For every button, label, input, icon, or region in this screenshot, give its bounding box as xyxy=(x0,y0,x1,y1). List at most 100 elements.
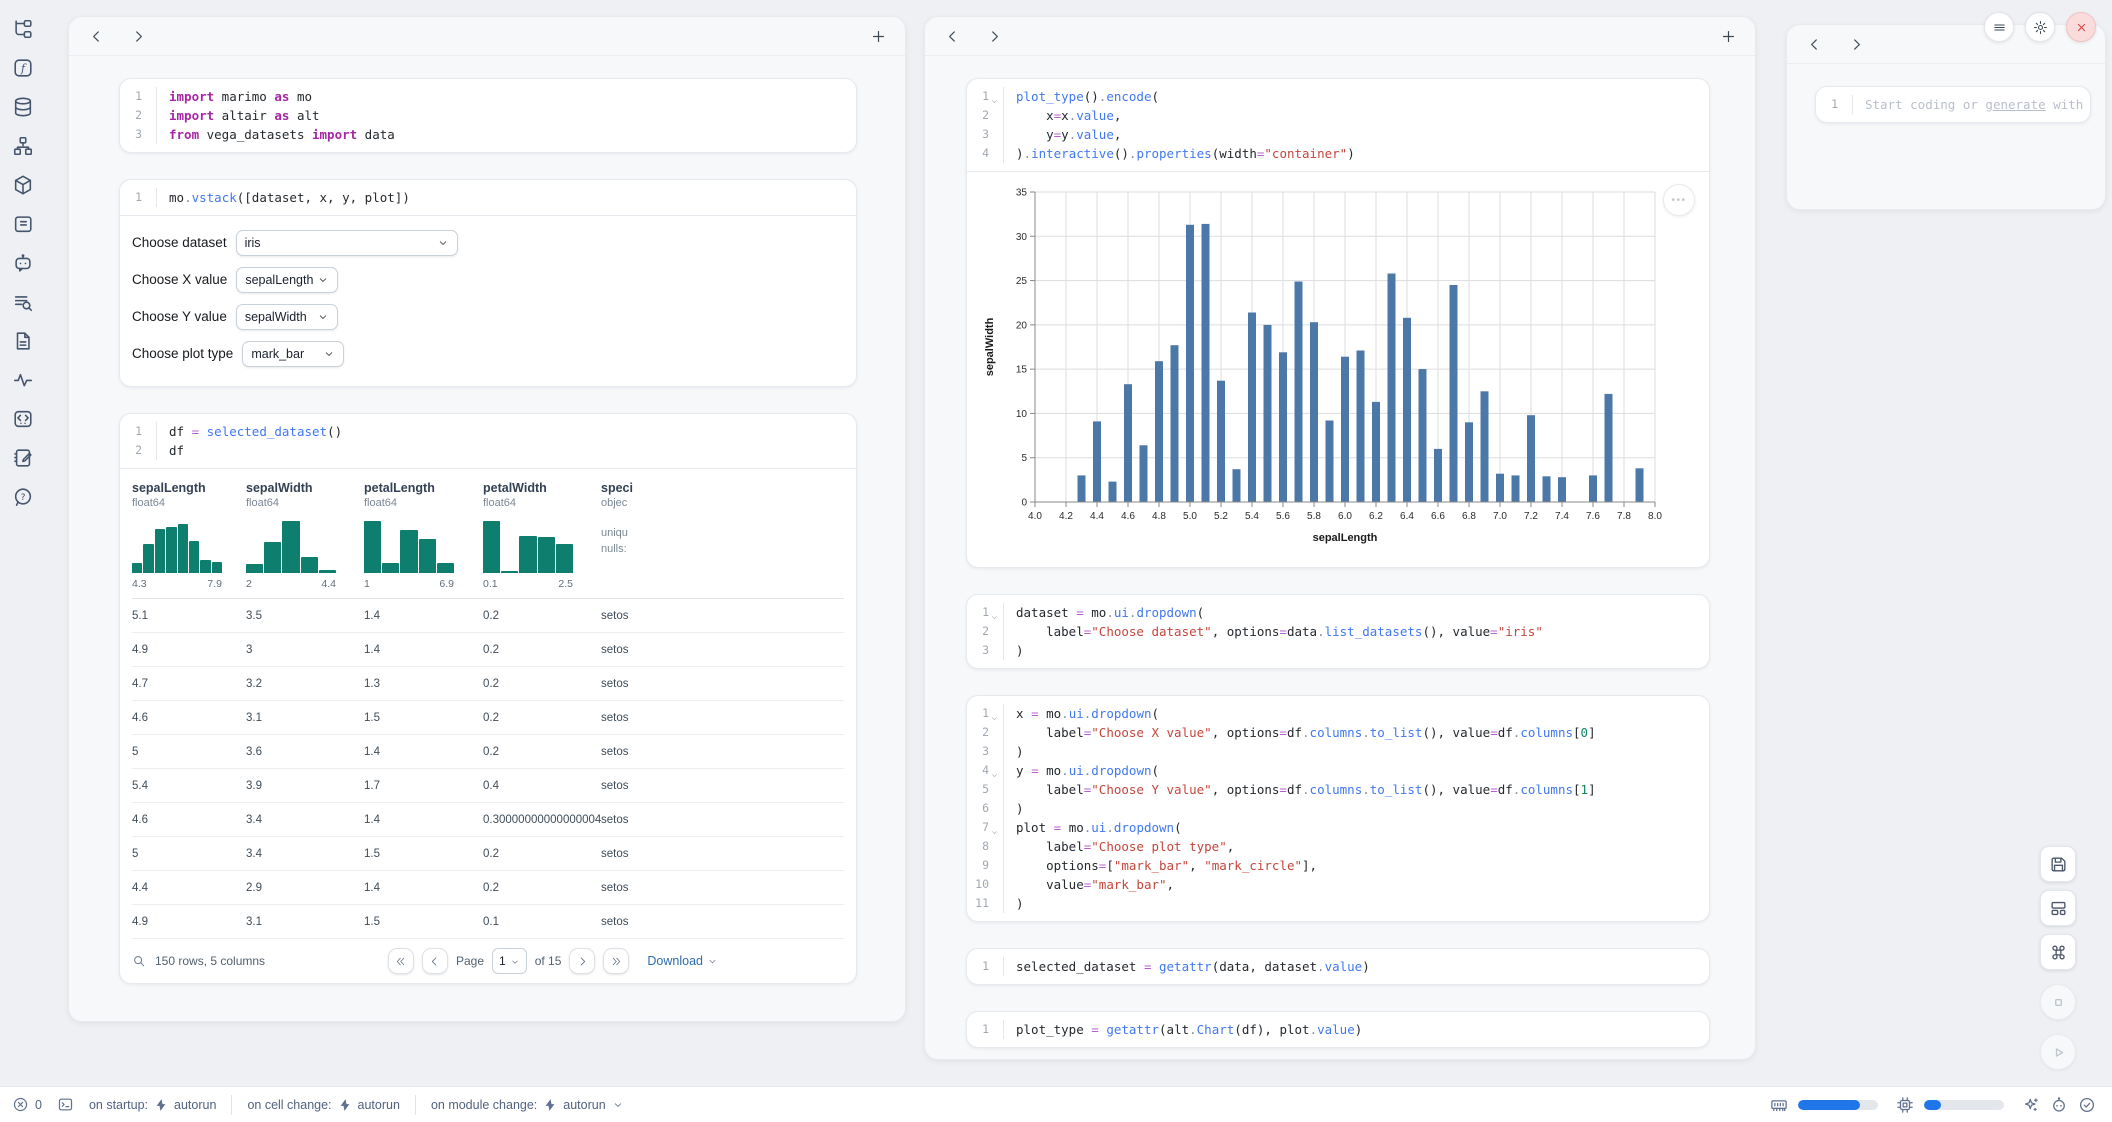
code-line: 1Start coding or generate with xyxy=(1816,95,2090,114)
next-cell-button[interactable] xyxy=(981,23,1007,49)
next-cell-button[interactable] xyxy=(125,23,151,49)
sidebar-item-package-cube[interactable] xyxy=(10,172,36,198)
prev-page-button[interactable] xyxy=(422,948,448,974)
sidebar-item-file-text[interactable] xyxy=(10,328,36,354)
command-button[interactable] xyxy=(2040,934,2076,970)
x-value-select[interactable]: sepalLength xyxy=(236,267,338,293)
add-cell-button[interactable] xyxy=(865,23,891,49)
close-button[interactable] xyxy=(2066,12,2096,42)
token: Chart xyxy=(1197,1022,1235,1037)
next-page-button[interactable] xyxy=(569,948,595,974)
token xyxy=(1151,959,1159,974)
sidebar-item-chat-bot[interactable] xyxy=(10,250,36,276)
last-page-button[interactable] xyxy=(603,948,629,974)
check-circle-button[interactable] xyxy=(2078,1096,2096,1114)
code-line: 1plot_type().encode( xyxy=(967,87,1709,106)
token: value xyxy=(1076,108,1114,123)
code-editor[interactable]: 1dataset = mo.ui.dropdown(2 label="Choos… xyxy=(967,595,1709,668)
dataset-select[interactable]: iris xyxy=(236,230,458,256)
fold-button[interactable] xyxy=(989,91,1000,102)
error-indicator[interactable]: 0 xyxy=(12,1096,42,1113)
table-cell: 0.2 xyxy=(483,610,601,622)
fold-button[interactable] xyxy=(989,708,1000,719)
first-page-button[interactable] xyxy=(388,948,414,974)
token: dropdown xyxy=(1091,706,1151,721)
code-content: y = mo.ui.dropdown( xyxy=(1004,761,1159,780)
layout-grid-button[interactable] xyxy=(2040,890,2076,926)
token: . xyxy=(1302,725,1310,740)
histogram-bar xyxy=(301,557,318,573)
token: [ xyxy=(1106,858,1114,873)
token: y xyxy=(1061,127,1069,142)
token: plot_type xyxy=(1016,89,1084,104)
prev-cell-button[interactable] xyxy=(939,23,965,49)
sidebar-item-code-snippets[interactable] xyxy=(10,406,36,432)
code-editor[interactable]: 1plot_type().encode(2 x=x.value,3 y=y.va… xyxy=(967,79,1709,171)
status-left: 0 on startup:autorun on cell change:autoru… xyxy=(0,1095,624,1115)
chevron-left-icon xyxy=(1806,36,1823,53)
sidebar-item-activity[interactable] xyxy=(10,367,36,393)
sidebar-item-database[interactable] xyxy=(10,94,36,120)
sparkles-button[interactable] xyxy=(2022,1096,2040,1114)
fold-button[interactable] xyxy=(989,822,1000,833)
code-line: 1mo.vstack([dataset, x, y, plot]) xyxy=(120,188,856,207)
sidebar-item-scroll-script[interactable] xyxy=(10,211,36,237)
sidebar-item-help-bubble[interactable]: ? xyxy=(10,484,36,510)
save-button[interactable] xyxy=(2040,846,2076,882)
next-cell-button[interactable] xyxy=(1843,31,1869,57)
runtime-config-3[interactable]: on module change:autorun xyxy=(431,1098,624,1112)
bot-button[interactable] xyxy=(2050,1096,2068,1114)
sidebar-item-file-tree[interactable] xyxy=(10,16,36,42)
line-number: 1 xyxy=(967,1020,989,1039)
column-header-petalWidth[interactable]: petalWidthfloat640.12.5 xyxy=(483,481,601,590)
code-editor[interactable]: 1Start coding or generate with xyxy=(1816,87,2090,122)
table-footer: 150 rows, 5 columnsPage1of 15Download xyxy=(132,939,844,983)
code-content: plot_type = getattr(alt.Chart(df), plot.… xyxy=(1004,1020,1362,1039)
token: . xyxy=(1106,605,1114,620)
prev-cell-button[interactable] xyxy=(83,23,109,49)
column-header-sepalLength[interactable]: sepalLengthfloat644.37.9 xyxy=(132,481,246,590)
sidebar-item-function-square[interactable]: f xyxy=(10,55,36,81)
fold-button[interactable] xyxy=(989,607,1000,618)
code-editor[interactable]: 1mo.vstack([dataset, x, y, plot]) xyxy=(120,180,856,215)
stop-button[interactable] xyxy=(2040,984,2076,1020)
token: dataset xyxy=(1016,605,1076,620)
token: "container" xyxy=(1264,146,1347,161)
token: 1 xyxy=(1581,782,1589,797)
token: "mark_bar" xyxy=(1091,877,1166,892)
page-select[interactable]: 1 xyxy=(492,948,527,974)
terminal-button[interactable] xyxy=(57,1096,74,1113)
chart-menu-button[interactable]: ••• xyxy=(1663,184,1695,216)
fold-button[interactable] xyxy=(989,765,1000,776)
code-editor[interactable]: 1df = selected_dataset()2df xyxy=(120,414,856,468)
column-header-speci[interactable]: speciobjecuniqunulls: xyxy=(601,481,663,590)
ram-icon xyxy=(1770,1096,1788,1114)
sidebar-item-scratchpad[interactable] xyxy=(10,445,36,471)
scratchpad-icon xyxy=(12,447,34,469)
code-editor[interactable]: 1import marimo as mo2import altair as al… xyxy=(120,79,856,152)
token: df xyxy=(169,424,192,439)
y-value-select[interactable]: sepalWidth xyxy=(236,304,338,330)
token: value xyxy=(1016,877,1084,892)
column-header-sepalWidth[interactable]: sepalWidthfloat6424.4 xyxy=(246,481,364,590)
code-editor[interactable]: 1selected_dataset = getattr(data, datase… xyxy=(967,949,1709,984)
marimo-app: f? 1import marimo as mo2import altair as… xyxy=(0,0,2112,1122)
prev-cell-button[interactable] xyxy=(1801,31,1827,57)
token: x xyxy=(1061,108,1069,123)
settings-button[interactable] xyxy=(2025,12,2055,42)
plot-type-select[interactable]: mark_bar xyxy=(242,341,344,367)
add-cell-button[interactable] xyxy=(1715,23,1741,49)
runtime-config-1[interactable]: on startup:autorun xyxy=(89,1098,216,1112)
table-cell: 4.9 xyxy=(132,644,246,656)
code-editor[interactable]: 1x = mo.ui.dropdown(2 label="Choose X va… xyxy=(967,696,1709,921)
runtime-config-2[interactable]: on cell change:autorun xyxy=(247,1098,400,1112)
download-button[interactable]: Download xyxy=(641,953,724,969)
menu-button[interactable] xyxy=(1984,12,2014,42)
sidebar-item-logs-search[interactable] xyxy=(10,289,36,315)
run-button[interactable] xyxy=(2040,1034,2076,1070)
code-editor[interactable]: 1 plot_type = getattr(alt.Chart(df), plot… xyxy=(967,1012,1709,1047)
token: [ xyxy=(1573,782,1581,797)
histogram-bar xyxy=(319,570,336,573)
column-header-petalLength[interactable]: petalLengthfloat6416.9 xyxy=(364,481,483,590)
sidebar-item-hierarchy[interactable] xyxy=(10,133,36,159)
